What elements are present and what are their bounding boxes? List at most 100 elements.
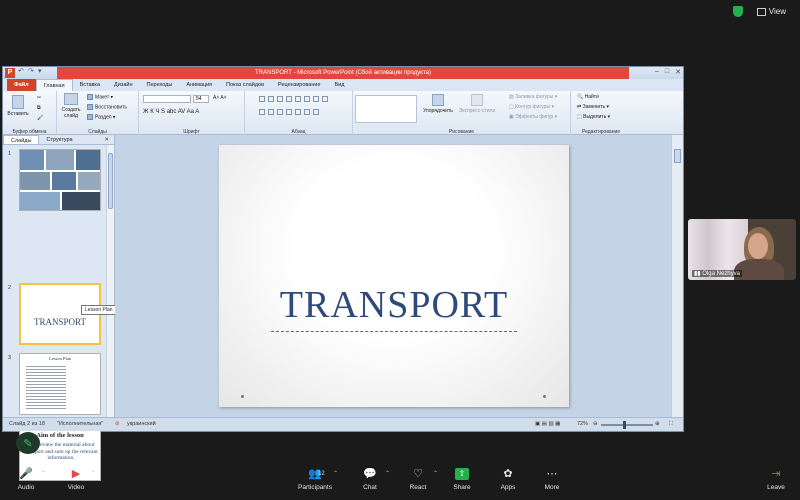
leave-button[interactable]: ⇥ Leave bbox=[756, 468, 796, 491]
react-button[interactable]: ♡ React ⌃ bbox=[398, 468, 439, 491]
tab-outline[interactable]: Структура bbox=[39, 135, 79, 144]
shape-effects-button[interactable]: ▣ Эффекты фигур ▾ bbox=[509, 114, 557, 120]
section-label: Раздел bbox=[95, 114, 112, 121]
slide-number: 3 bbox=[8, 355, 12, 361]
pane-close-icon[interactable]: ✕ bbox=[104, 135, 114, 144]
tab-file[interactable]: Файл bbox=[7, 79, 36, 91]
encryption-shield-icon[interactable] bbox=[732, 6, 743, 17]
quick-styles-icon bbox=[471, 94, 483, 106]
powerpoint-logo-icon[interactable]: P bbox=[5, 68, 15, 78]
align-buttons[interactable] bbox=[259, 109, 319, 115]
font-name-field[interactable] bbox=[143, 95, 191, 103]
paste-icon bbox=[12, 95, 24, 109]
participants-button[interactable]: 👥 12 Participants ⌃ bbox=[292, 468, 338, 491]
slides-pane: Слайды Структура ✕ 1 2 TRANSPORT 3 Lesso… bbox=[3, 135, 115, 481]
tab-design[interactable]: Дизайн bbox=[107, 79, 140, 91]
tab-transitions[interactable]: Переходы bbox=[140, 79, 180, 91]
reset-button[interactable]: Восстановить bbox=[87, 104, 127, 110]
view-button[interactable]: View bbox=[753, 7, 786, 16]
slide-thumbnail-1[interactable]: 1 bbox=[3, 149, 107, 215]
editing-group: 🔍 Найти ⇄ Заменить ▾ ⬚ Выделить ▾ Редакт… bbox=[571, 91, 631, 135]
chat-button[interactable]: 💬 Chat ⌃ bbox=[350, 468, 390, 491]
customize-qat-icon[interactable]: ▾ bbox=[38, 68, 45, 76]
powerpoint-window: P ↶ ↷ ▾ TRANSPORT - Microsoft PowerPoint… bbox=[2, 66, 684, 481]
decor-dot bbox=[241, 395, 244, 398]
audio-button[interactable]: 🎤 Audio ⌃ bbox=[6, 468, 46, 491]
quick-styles-button[interactable]: Экспресс-стили bbox=[457, 94, 497, 114]
redo-icon[interactable]: ↷ bbox=[28, 68, 35, 76]
title-placeholder-border bbox=[271, 331, 517, 332]
copy-icon[interactable]: ⧉ bbox=[37, 105, 41, 111]
cut-icon[interactable]: ✂ bbox=[37, 95, 41, 101]
chevron-up-icon[interactable]: ⌃ bbox=[41, 470, 46, 477]
grow-font-icon[interactable]: A˄ A˅ bbox=[213, 95, 227, 101]
chevron-up-icon[interactable]: ⌃ bbox=[333, 470, 338, 477]
video-button[interactable]: ▶ Video ⌃ bbox=[56, 468, 96, 491]
ppt-window-title: TRANSPORT - Microsoft PowerPoint (Сбой а… bbox=[57, 67, 629, 79]
scrollbar-thumb[interactable] bbox=[674, 149, 681, 163]
zoom-slider[interactable] bbox=[601, 424, 653, 426]
annotate-button[interactable]: ✎ bbox=[16, 432, 40, 454]
participant-video[interactable]: ▮▮ Olga Nezhyva bbox=[688, 219, 796, 280]
slide-thumbnail-2[interactable]: 2 TRANSPORT bbox=[3, 283, 107, 349]
slide-thumbnail-3[interactable]: 3 Lesson Plan bbox=[3, 353, 107, 419]
paragraph-group: Абзац bbox=[245, 91, 353, 135]
spellcheck-icon[interactable]: ⊘ bbox=[115, 421, 120, 427]
list-buttons[interactable] bbox=[259, 96, 328, 102]
language-indicator[interactable]: украинский bbox=[127, 421, 156, 427]
shapes-gallery[interactable] bbox=[355, 95, 417, 123]
slide-number: 2 bbox=[8, 285, 12, 291]
photo-image bbox=[20, 192, 60, 210]
thumb-title: TRANSPORT bbox=[34, 317, 86, 327]
replace-button[interactable]: ⇄ Заменить ▾ bbox=[577, 104, 609, 110]
tab-review[interactable]: Рецензирование bbox=[271, 79, 327, 91]
font-style-buttons[interactable]: Ж К Ч S abc AV Aa A bbox=[143, 109, 199, 115]
thumb-title: Lesson Plan bbox=[49, 356, 71, 361]
find-button[interactable]: 🔍 Найти bbox=[577, 94, 599, 100]
microphone-muted-icon: 🎤 bbox=[19, 468, 33, 480]
new-slide-button[interactable]: Создать слайд bbox=[59, 93, 83, 119]
undo-icon[interactable]: ↶ bbox=[18, 68, 25, 76]
shape-fill-button[interactable]: ▧ Заливка фигуры ▾ bbox=[509, 94, 557, 100]
chevron-up-icon[interactable]: ⌃ bbox=[91, 470, 96, 477]
photo-image bbox=[20, 150, 44, 170]
slide-title[interactable]: TRANSPORT bbox=[219, 283, 569, 327]
view-label: View bbox=[768, 7, 786, 16]
shape-outline-button[interactable]: ▢ Контур фигуры ▾ bbox=[509, 104, 554, 110]
zoom-out-icon[interactable]: ⊖ bbox=[593, 421, 598, 427]
font-size-field[interactable]: 54 bbox=[193, 95, 209, 103]
theme-name: "Исполнительная" bbox=[57, 421, 104, 427]
tab-insert[interactable]: Вставка bbox=[73, 79, 107, 91]
zoom-level[interactable]: 72% bbox=[577, 421, 588, 427]
tab-slides[interactable]: Слайды bbox=[3, 135, 40, 144]
arrange-button[interactable]: Упорядочить bbox=[423, 94, 453, 114]
tab-view[interactable]: Вид bbox=[328, 79, 352, 91]
layout-label: Макет bbox=[95, 94, 110, 101]
select-button[interactable]: ⬚ Выделить ▾ bbox=[577, 114, 610, 120]
paste-button[interactable]: Вставить bbox=[7, 95, 29, 117]
section-button[interactable]: Раздел ▾ bbox=[87, 114, 115, 120]
fit-slide-icon[interactable]: ⛶ bbox=[669, 421, 673, 428]
slide-scrollbar[interactable] bbox=[671, 135, 683, 417]
more-button[interactable]: ⋯ More bbox=[532, 468, 572, 491]
view-buttons[interactable]: ▣ ▤ ▥ ▦ bbox=[535, 421, 560, 427]
slides-pane-scrollbar[interactable] bbox=[106, 145, 114, 417]
tab-slideshow[interactable]: Показ слайдов bbox=[219, 79, 271, 91]
layout-button[interactable]: Макет ▾ bbox=[87, 94, 113, 100]
photo-image bbox=[78, 172, 100, 190]
maximize-icon[interactable]: □ bbox=[665, 68, 669, 76]
minimize-icon[interactable]: – bbox=[655, 68, 659, 76]
close-icon[interactable]: ✕ bbox=[675, 68, 681, 76]
format-painter-icon[interactable]: 🖌 bbox=[37, 115, 43, 121]
share-button[interactable]: ⇧ Share bbox=[442, 468, 482, 491]
apps-button[interactable]: ✿ Apps bbox=[488, 468, 528, 491]
zoom-slider-handle[interactable] bbox=[623, 421, 626, 429]
scrollbar-thumb[interactable] bbox=[108, 153, 113, 209]
tab-animations[interactable]: Анимация bbox=[179, 79, 219, 91]
chevron-up-icon[interactable]: ⌃ bbox=[385, 470, 390, 477]
video-label: Video bbox=[67, 484, 85, 491]
tab-home[interactable]: Главная bbox=[35, 79, 73, 91]
current-slide[interactable]: TRANSPORT bbox=[219, 145, 569, 407]
chevron-up-icon[interactable]: ⌃ bbox=[433, 470, 438, 477]
zoom-in-icon[interactable]: ⊕ bbox=[655, 421, 660, 427]
